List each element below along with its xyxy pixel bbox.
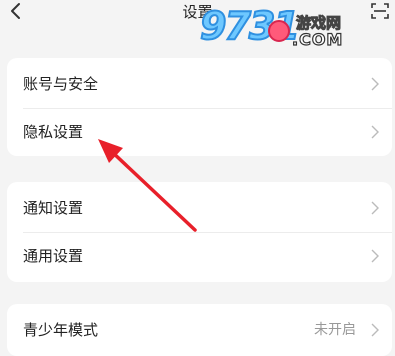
watermark-logo: 9731 游戏网 .COM (199, 3, 380, 52)
settings-item-label: 通用设置 (23, 247, 84, 265)
settings-item-account-security[interactable]: 账号与安全 (7, 60, 392, 108)
chevron-right-icon (371, 249, 379, 263)
settings-group-account: 账号与安全 隐私设置 (7, 58, 392, 156)
settings-item-notifications[interactable]: 通知设置 (7, 184, 392, 232)
chevron-right-icon (371, 77, 379, 91)
watermark-site-com: .COM (291, 29, 344, 49)
chevron-right-icon (371, 201, 379, 215)
chevron-right-icon (371, 323, 379, 337)
settings-group-general: 通知设置 通用设置 (7, 182, 392, 282)
settings-item-label: 通知设置 (23, 199, 84, 217)
settings-group-youth: 青少年模式 未开启 (7, 304, 392, 356)
chevron-right-icon (371, 125, 379, 139)
settings-item-general[interactable]: 通用设置 (7, 232, 392, 280)
settings-item-label: 隐私设置 (23, 123, 84, 141)
settings-item-status: 未开启 (314, 322, 356, 338)
settings-item-youth-mode[interactable]: 青少年模式 未开启 (7, 306, 392, 354)
watermark-ball-icon (268, 20, 290, 42)
settings-item-label: 账号与安全 (23, 75, 99, 93)
settings-item-privacy[interactable]: 隐私设置 (7, 108, 392, 156)
settings-item-label: 青少年模式 (23, 321, 99, 339)
